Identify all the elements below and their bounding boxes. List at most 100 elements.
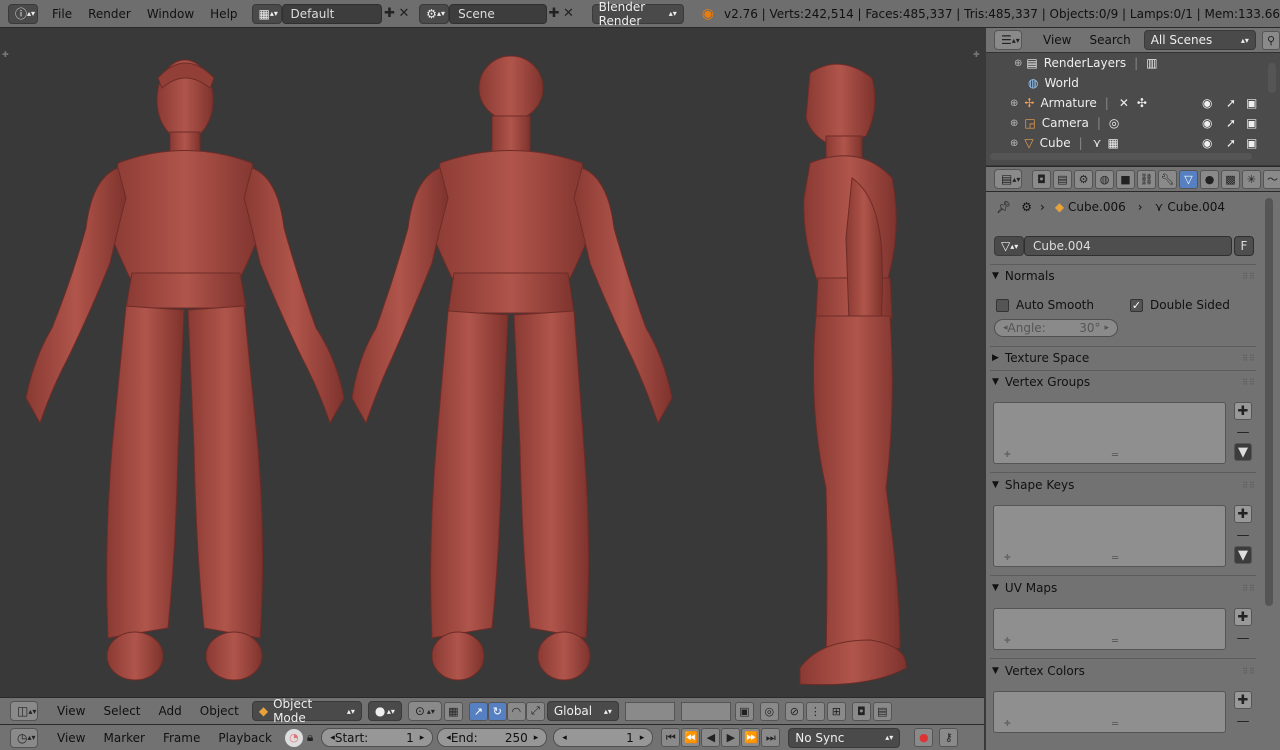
- outliner-row-world[interactable]: ◍ World: [986, 73, 1268, 93]
- selectable-arrow-icon[interactable]: ➚: [1226, 136, 1236, 150]
- add-scene-icon[interactable]: ✚: [547, 5, 561, 23]
- add-screen-icon[interactable]: ✚: [382, 5, 396, 23]
- current-frame-field[interactable]: ◂ 1 ▸: [553, 728, 654, 747]
- vertex-colors-list[interactable]: ✚ ═: [993, 691, 1226, 733]
- render-animation-icon[interactable]: ▤: [872, 701, 892, 721]
- outliner-scrollbar[interactable]: [1268, 63, 1276, 93]
- normals-panel-header[interactable]: ▼ Normals: [992, 266, 1055, 286]
- snap-element-icon[interactable]: ⋮: [805, 701, 825, 721]
- menu-file[interactable]: File: [44, 7, 80, 21]
- jump-to-start-icon[interactable]: ⏮: [661, 728, 681, 747]
- vertex-group-specials-icon[interactable]: ▼: [1234, 443, 1252, 461]
- layer-lock-icon[interactable]: ▣: [734, 701, 754, 721]
- render-engine-dropdown[interactable]: Blender Render ▴▾: [591, 0, 684, 28]
- add-uv-map-icon[interactable]: ✚: [1234, 608, 1252, 626]
- editor-type-properties-button[interactable]: ▤ ▴▾: [994, 169, 1022, 189]
- vertex-groups-panel-header[interactable]: ▼ Vertex Groups: [992, 372, 1090, 392]
- add-shape-key-icon[interactable]: ✚: [1234, 505, 1252, 523]
- scene-name[interactable]: Scene: [449, 3, 547, 24]
- editor-type-timeline-button[interactable]: ◷ ▴▾: [10, 727, 38, 748]
- scale-manipulator-icon[interactable]: ⤢: [525, 701, 545, 721]
- remove-vertex-color-icon[interactable]: —: [1234, 712, 1252, 730]
- preview-range-lock-icon[interactable]: 🔒︎: [307, 730, 313, 745]
- mesh-browse-dropdown[interactable]: ▽ ▴▾: [994, 236, 1024, 256]
- remove-vertex-group-icon[interactable]: —: [1234, 423, 1252, 441]
- pin-icon[interactable]: 📌︎: [996, 200, 1011, 214]
- render-layers-tab-icon[interactable]: ▤: [1053, 169, 1072, 189]
- data-tab-icon[interactable]: ▽: [1179, 169, 1198, 189]
- menu-object[interactable]: Object: [191, 704, 248, 718]
- start-frame-field[interactable]: ◂ Start: 1 ▸: [321, 728, 434, 747]
- keying-set-key-icon[interactable]: ⚷: [939, 728, 959, 747]
- layer-buttons-group-1[interactable]: [624, 701, 675, 721]
- editor-type-3dview-button[interactable]: ◫ ▴▾: [10, 701, 38, 721]
- renderable-camera-icon[interactable]: ▣: [1246, 136, 1257, 150]
- jump-to-keyframe-forward-icon[interactable]: ⏩: [741, 728, 761, 747]
- modifiers-tab-icon[interactable]: 🔧︎: [1158, 169, 1177, 189]
- double-sided-checkbox[interactable]: ✓ Double Sided: [1130, 298, 1230, 312]
- mesh-name-field[interactable]: Cube.004: [1024, 236, 1232, 256]
- outliner-menu-view[interactable]: View: [1034, 33, 1080, 47]
- world-tab-icon[interactable]: ◍: [1095, 169, 1114, 189]
- proportional-edit-icon[interactable]: ◎: [759, 701, 779, 721]
- visibility-eye-icon[interactable]: ◉: [1202, 116, 1212, 130]
- editor-type-outliner-button[interactable]: ☰ ▴▾: [994, 30, 1022, 50]
- editor-type-info-button[interactable]: ⓘ ▴▾: [8, 3, 38, 24]
- snap-toggle-icon[interactable]: ⊘: [784, 701, 804, 721]
- rotate-manipulator-icon[interactable]: ↻: [487, 701, 507, 721]
- selectable-arrow-icon[interactable]: ➚: [1226, 116, 1236, 130]
- viewport-shading-dropdown[interactable]: ● ▴▾: [367, 701, 402, 721]
- interaction-mode-dropdown[interactable]: ◆ Object Mode ▴▾: [251, 697, 362, 725]
- properties-scrollbar[interactable]: [1265, 198, 1273, 606]
- render-still-icon[interactable]: ◘: [851, 701, 871, 721]
- object-tab-icon[interactable]: ■: [1116, 169, 1135, 189]
- constraints-tab-icon[interactable]: ⛓: [1137, 169, 1156, 189]
- fake-user-button[interactable]: F: [1234, 236, 1254, 256]
- outliner-row-armature[interactable]: ⊕ ✢ Armature | ✕ ✣ ◉ ➚ ▣: [986, 93, 1268, 113]
- jump-to-keyframe-back-icon[interactable]: ⏪: [681, 728, 701, 747]
- jump-to-end-icon[interactable]: ⏭: [761, 728, 781, 747]
- arc-manipulator-icon[interactable]: ◠: [506, 701, 526, 721]
- menu-window[interactable]: Window: [139, 7, 202, 21]
- 3d-viewport[interactable]: ✚ ✚: [0, 28, 984, 697]
- timeline-menu-marker[interactable]: Marker: [94, 731, 153, 745]
- sync-mode-dropdown[interactable]: No Sync ▴▾: [788, 727, 901, 748]
- outliner-hscrollbar[interactable]: [990, 153, 1252, 160]
- keying-set-icon[interactable]: ◔: [284, 728, 303, 747]
- particles-tab-icon[interactable]: ✳: [1242, 169, 1261, 189]
- manipulator-toggle-icon[interactable]: ▦: [443, 701, 463, 721]
- play-icon[interactable]: ▶: [721, 728, 741, 747]
- menu-view[interactable]: View: [48, 704, 94, 718]
- physics-tab-icon[interactable]: 〜: [1263, 169, 1280, 189]
- visibility-eye-icon[interactable]: ◉: [1202, 136, 1212, 150]
- translate-manipulator-icon[interactable]: ↗: [468, 701, 488, 721]
- layer-buttons-group-2[interactable]: [680, 701, 731, 721]
- end-frame-field[interactable]: ◂ End: 250 ▸: [437, 728, 548, 747]
- remove-uv-map-icon[interactable]: —: [1234, 629, 1252, 647]
- renderable-camera-icon[interactable]: ▣: [1246, 116, 1257, 130]
- selectable-arrow-icon[interactable]: ➚: [1226, 96, 1236, 110]
- menu-help[interactable]: Help: [202, 7, 245, 21]
- auto-smooth-checkbox[interactable]: Auto Smooth: [996, 298, 1094, 312]
- screen-layout-name[interactable]: Default: [281, 3, 383, 24]
- remove-scene-icon[interactable]: ✕: [561, 5, 575, 23]
- material-tab-icon[interactable]: ●: [1200, 169, 1219, 189]
- visibility-eye-icon[interactable]: ◉: [1202, 96, 1212, 110]
- timeline-menu-view[interactable]: View: [48, 731, 94, 745]
- outliner-row-renderlayers[interactable]: ⊕ ▤ RenderLayers | ▥: [986, 53, 1268, 73]
- menu-select[interactable]: Select: [94, 704, 149, 718]
- remove-screen-icon[interactable]: ✕: [397, 5, 411, 23]
- texture-tab-icon[interactable]: ▩: [1221, 169, 1240, 189]
- uv-maps-list[interactable]: ✚ ═: [993, 608, 1226, 650]
- outliner-search-icon[interactable]: ⚲: [1261, 30, 1280, 50]
- shape-keys-panel-header[interactable]: ▼ Shape Keys: [992, 475, 1074, 495]
- uv-maps-panel-header[interactable]: ▼ UV Maps: [992, 578, 1057, 598]
- texture-space-panel-header[interactable]: ▶ Texture Space: [992, 348, 1089, 368]
- auto-keying-record-icon[interactable]: ●: [914, 728, 934, 747]
- outliner-row-cube[interactable]: ⊕ ▽ Cube | ⋎ ▦ ◉ ➚ ▣: [986, 133, 1268, 153]
- transform-orientation-dropdown[interactable]: Global ▴▾: [546, 701, 619, 721]
- shape-keys-list[interactable]: ✚ ═: [993, 505, 1226, 567]
- add-vertex-color-icon[interactable]: ✚: [1234, 691, 1252, 709]
- menu-add[interactable]: Add: [150, 704, 191, 718]
- vertex-groups-list[interactable]: ✚ ═: [993, 402, 1226, 464]
